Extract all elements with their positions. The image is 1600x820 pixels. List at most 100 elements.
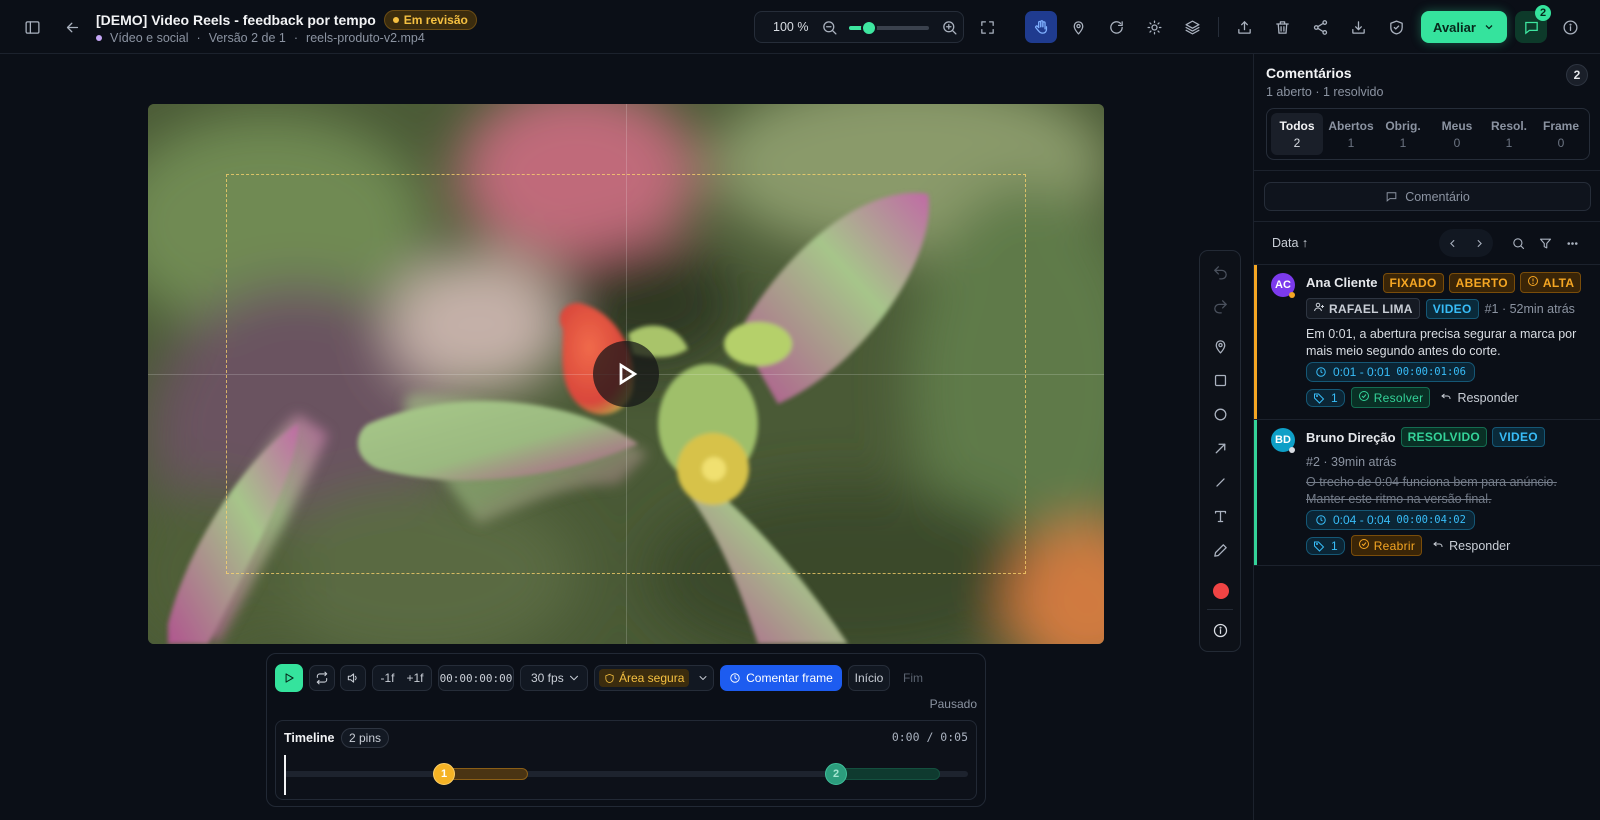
fps-select[interactable]: 30 fps [520, 665, 588, 691]
frame-back-button[interactable]: -1f [380, 671, 394, 685]
loop-icon [316, 671, 328, 685]
timeline-pin-1[interactable]: 1 [433, 763, 455, 785]
loop-button[interactable] [309, 665, 335, 691]
chevron-down-icon [569, 675, 579, 681]
hand-tool-icon[interactable] [1025, 11, 1057, 43]
alert-circle-icon [1527, 276, 1538, 286]
sort-by-date[interactable]: Data ↑ [1272, 236, 1308, 250]
attachments-chip[interactable]: 1 [1306, 388, 1345, 407]
comments-count-badge: 2 [1535, 5, 1551, 21]
attachments-chip[interactable]: 1 [1306, 536, 1345, 555]
filter-meus[interactable]: Meus 0 [1431, 113, 1483, 155]
filter-icon[interactable] [1530, 228, 1560, 258]
pin-draw-icon[interactable] [1205, 331, 1236, 362]
comment-card-2[interactable]: BD Bruno Direção RESOLVIDO VIDEO #2 · 39… [1254, 420, 1600, 565]
chevron-down-icon [699, 676, 707, 680]
comment-card-1[interactable]: AC Ana Cliente FIXADO ABERTO ALTA RAFAEL… [1254, 265, 1600, 419]
frame-forward-button[interactable]: +1f [407, 671, 424, 685]
rectangle-tool-icon[interactable] [1205, 365, 1236, 396]
play-button[interactable] [275, 664, 303, 692]
reopen-button[interactable]: Reabrir [1350, 535, 1423, 556]
undo-icon[interactable] [1205, 257, 1236, 288]
zoom-slider[interactable] [849, 20, 929, 36]
zoom-out-icon[interactable] [815, 13, 843, 41]
status-dot-icon [392, 17, 399, 23]
zoom-control: 100 % [754, 11, 964, 43]
category-dot-icon [96, 35, 102, 41]
download-icon[interactable] [1343, 12, 1373, 42]
text-tool-icon[interactable] [1205, 501, 1236, 532]
layers-icon[interactable] [1177, 12, 1207, 42]
check-circle-icon [1358, 391, 1369, 401]
comment-frame-button[interactable]: Comentar frame [720, 665, 842, 691]
filter-obrigatorios[interactable]: Obrig. 1 [1377, 113, 1429, 155]
new-comment-button[interactable]: Comentário [1264, 182, 1591, 211]
playhead[interactable] [284, 755, 286, 795]
reply-button[interactable]: Responder [1440, 390, 1519, 405]
upload-icon[interactable] [1229, 12, 1259, 42]
circle-tool-icon[interactable] [1205, 399, 1236, 430]
color-picker-icon[interactable] [1205, 575, 1236, 606]
arrow-tool-icon[interactable] [1205, 433, 1236, 464]
play-icon [619, 362, 638, 386]
mute-button[interactable] [340, 665, 366, 691]
evaluate-button[interactable]: Avaliar [1421, 11, 1507, 43]
page-title: [DEMO] Video Reels - feedback por tempo [96, 12, 376, 28]
timecode-display: 00:00:00:00 [438, 665, 514, 691]
comment-icon [1386, 192, 1397, 202]
shield-icon [605, 673, 614, 683]
zoom-in-icon[interactable] [935, 13, 963, 41]
status-badge: Em revisão [383, 10, 477, 30]
filter-resolvidos[interactable]: Resol. 1 [1483, 113, 1535, 155]
user-icon [1314, 302, 1324, 312]
pen-tool-icon[interactable] [1205, 535, 1236, 566]
fullscreen-icon[interactable] [972, 12, 1002, 42]
filter-abertos[interactable]: Abertos 1 [1325, 113, 1377, 155]
search-icon[interactable] [1503, 228, 1533, 258]
comments-toggle-button[interactable]: 2 [1515, 5, 1551, 43]
safe-area-toggle[interactable]: Área segura [594, 665, 714, 691]
play-overlay-button[interactable] [593, 341, 659, 407]
filter-todos[interactable]: Todos 2 [1271, 113, 1323, 155]
top-bar: [DEMO] Video Reels - feedback por tempo … [0, 0, 1600, 54]
timeline-time: 0:00 / 0:05 [891, 730, 968, 744]
assignee-badge[interactable]: RAFAEL LIMA [1306, 298, 1420, 319]
set-end-button[interactable]: Fim [896, 665, 930, 691]
info-tool-icon[interactable] [1205, 615, 1236, 646]
video-player[interactable] [148, 104, 1104, 644]
set-start-button[interactable]: Início [848, 665, 890, 691]
comment-text: O trecho de 0:04 funciona bem para anúnc… [1306, 475, 1557, 506]
comment-filters: Todos 2 Abertos 1 Obrig. 1 Meus 0 Resol. 1 Fr… [1266, 108, 1590, 160]
pins-count-badge: 2 pins [341, 728, 390, 748]
clock-icon [1316, 515, 1326, 525]
redo-icon[interactable] [1205, 291, 1236, 322]
time-range-chip[interactable]: 0:01 - 0:01 00:00:01:06 [1306, 362, 1475, 382]
panel-count-badge: 2 [1566, 64, 1588, 86]
shield-icon[interactable] [1381, 12, 1411, 42]
chevron-left-icon[interactable] [1446, 237, 1459, 250]
trash-icon[interactable] [1267, 12, 1297, 42]
back-arrow-icon[interactable] [57, 12, 87, 42]
more-options-icon[interactable] [1557, 228, 1587, 258]
line-tool-icon[interactable] [1205, 467, 1236, 498]
comment-author: Bruno Direção [1306, 429, 1396, 445]
frame-step-group: -1f +1f [372, 665, 432, 691]
sidebar-toggle-icon[interactable] [17, 12, 47, 42]
pin-tool-icon[interactable] [1063, 12, 1093, 42]
refresh-icon[interactable] [1101, 12, 1131, 42]
time-range-chip[interactable]: 0:04 - 0:04 00:00:04:02 [1306, 510, 1475, 530]
resolve-button[interactable]: Resolver [1350, 387, 1431, 408]
chevron-right-icon[interactable] [1473, 237, 1486, 250]
version-label: Versão 2 de 1 [208, 31, 286, 45]
comments-panel: Comentários 1 aberto · 1 resolvido 2 Tod… [1253, 54, 1600, 820]
comment-text: Em 0:01, a abertura precisa segurar a ma… [1306, 327, 1577, 358]
timeline-pin-2[interactable]: 2 [825, 763, 847, 785]
info-icon[interactable] [1555, 12, 1585, 42]
share-icon[interactable] [1305, 12, 1335, 42]
playback-controls: -1f +1f 00:00:00:00 30 fps Área segura C… [266, 653, 986, 807]
brightness-icon[interactable] [1139, 12, 1169, 42]
reply-button[interactable]: Responder [1432, 538, 1510, 553]
reply-icon [1433, 541, 1443, 547]
filter-frame[interactable]: Frame 0 [1535, 113, 1587, 155]
zoom-slider-thumb[interactable] [861, 20, 877, 36]
